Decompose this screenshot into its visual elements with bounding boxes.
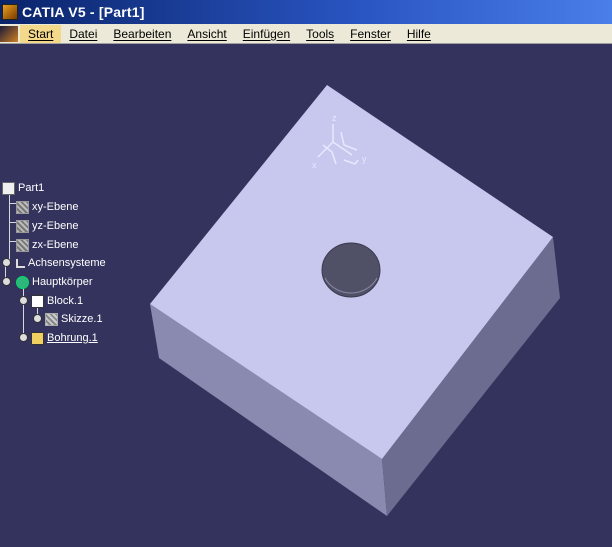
hole-icon	[31, 331, 44, 345]
title-bar: CATIA V5 - [Part1]	[0, 0, 612, 24]
expand-sketch-icon[interactable]	[33, 314, 42, 323]
document-menu-icon[interactable]	[0, 25, 18, 42]
part-body-icon	[16, 275, 29, 289]
tree-label-main-body: Hauptkörper	[32, 276, 93, 288]
tree-label-hole: Bohrung.1	[47, 332, 98, 344]
hole-bore[interactable]	[321, 242, 381, 298]
window-title: CATIA V5 - [Part1]	[22, 4, 145, 20]
tree-label-part1: Part1	[18, 182, 45, 194]
menu-bearbeiten[interactable]: Bearbeiten	[105, 25, 179, 43]
menu-start[interactable]: Start	[20, 24, 62, 43]
tree-label-yz: yz-Ebene	[32, 220, 79, 232]
tree-label-sketch: Skizze.1	[61, 313, 103, 325]
tree-label-xy: xy-Ebene	[32, 201, 79, 213]
compass-y-label: y	[362, 154, 367, 164]
tree-item-pad[interactable]: Block.1	[31, 293, 83, 309]
menu-fenster[interactable]: Fenster	[342, 25, 399, 43]
compass-z-label: z	[332, 113, 337, 123]
tree-line	[9, 203, 16, 204]
3d-viewport[interactable]: z x y Part1 xy-Ebene yz-Ebene zx-Ebene A…	[0, 44, 612, 547]
compass-x-label: x	[312, 160, 317, 170]
tree-item-hole[interactable]: Bohrung.1	[31, 330, 98, 346]
tree-label-pad: Block.1	[47, 295, 84, 307]
expand-axis-systems-icon[interactable]	[2, 258, 11, 267]
collapse-main-body-icon[interactable]	[2, 277, 11, 286]
tree-item-sketch[interactable]: Skizze.1	[45, 311, 103, 327]
tree-line	[9, 189, 10, 263]
axis-system-icon	[16, 258, 25, 268]
menu-hilfe[interactable]: Hilfe	[399, 25, 439, 43]
plane-icon	[16, 219, 29, 233]
pad-icon	[31, 294, 44, 308]
tree-label-axis-systems: Achsensysteme	[28, 257, 106, 269]
tree-item-yz-plane[interactable]: yz-Ebene	[16, 218, 78, 234]
tree-item-axis-systems[interactable]: Achsensysteme	[16, 255, 106, 271]
collapse-pad-icon[interactable]	[19, 296, 28, 305]
plane-icon	[16, 200, 29, 214]
tree-line	[23, 287, 24, 336]
tree-label-zx: zx-Ebene	[32, 239, 79, 251]
tree-line	[9, 222, 16, 223]
tree-item-main-body[interactable]: Hauptkörper	[16, 274, 93, 290]
tree-item-xy-plane[interactable]: xy-Ebene	[16, 199, 78, 215]
menu-ansicht[interactable]: Ansicht	[179, 25, 234, 43]
menu-datei[interactable]: Datei	[61, 25, 105, 43]
plane-icon	[16, 238, 29, 252]
tree-root-part1[interactable]: Part1	[2, 180, 44, 196]
sketch-icon	[45, 312, 58, 326]
menu-einfuegen[interactable]: Einfügen	[235, 25, 298, 43]
part-icon	[2, 181, 15, 195]
tree-item-zx-plane[interactable]: zx-Ebene	[16, 237, 78, 253]
menu-bar: Start Datei Bearbeiten Ansicht Einfügen …	[0, 24, 612, 44]
part-model[interactable]: z x y	[0, 44, 612, 547]
catia-logo-icon[interactable]	[2, 4, 18, 20]
menu-tools[interactable]: Tools	[298, 25, 342, 43]
expand-hole-icon[interactable]	[19, 333, 28, 342]
tree-line	[9, 241, 16, 242]
